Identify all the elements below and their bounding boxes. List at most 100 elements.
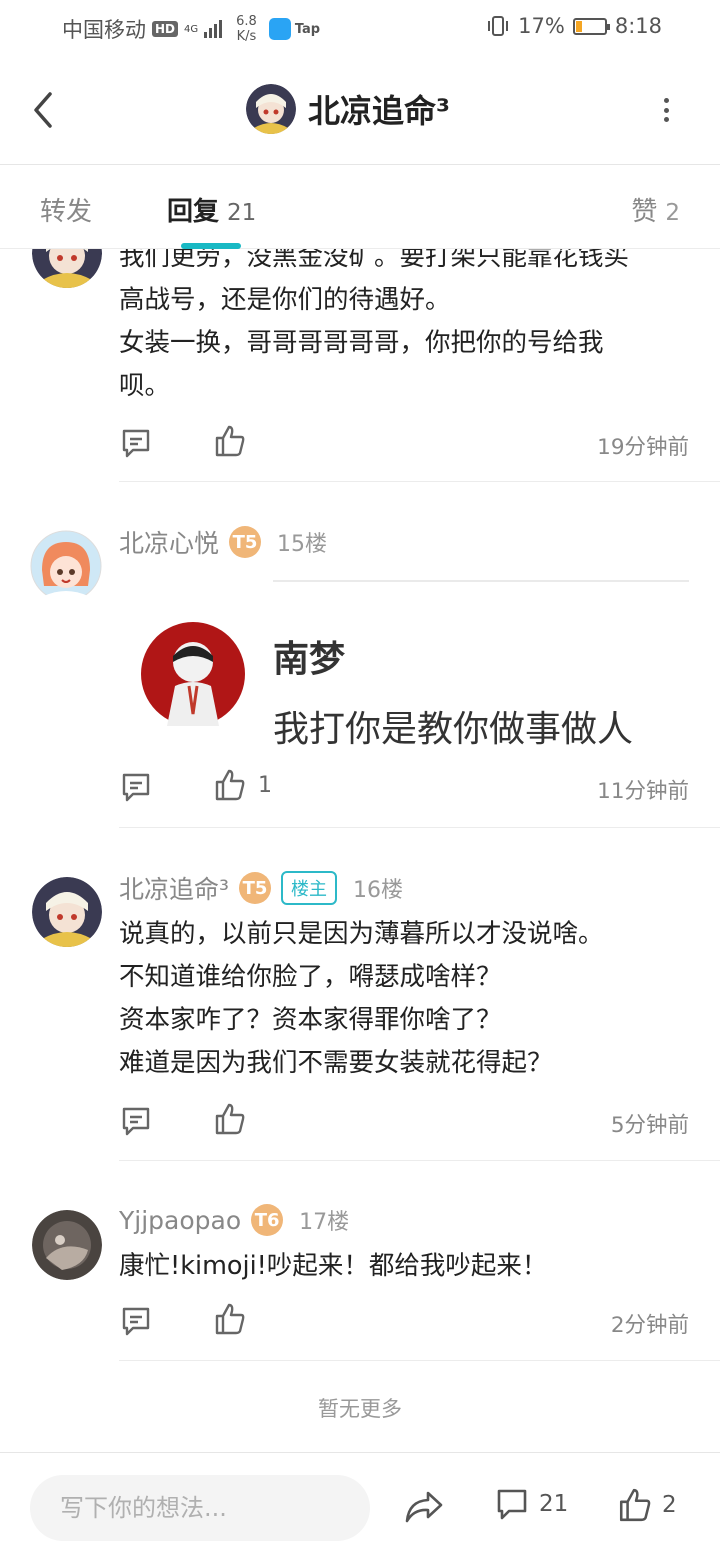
comment-line: 康忙!kimoji!吵起来！都给我吵起来！ (119, 1251, 548, 1281)
comment-icon[interactable] (119, 1304, 153, 1338)
comment-header: Yjjpaopao T6 17楼 (119, 1204, 349, 1236)
tab-bar: 转发 回复 21 赞 2 (0, 165, 720, 249)
comment-line: 难道是因为我们不需要女装就花得起？ (119, 1048, 553, 1078)
comment-line: 高战号，还是你们的待遇好。 (119, 285, 451, 315)
tab-indicator (181, 243, 241, 249)
comment-icon[interactable] (119, 770, 153, 804)
status-right: 17% 8:18 (486, 14, 662, 38)
thumbs-up-icon (215, 1103, 245, 1135)
share-icon (405, 1491, 443, 1523)
header-user[interactable]: 北凉追命³ (246, 84, 450, 134)
avatar[interactable] (32, 877, 102, 947)
bottom-bar: 21 2 (0, 1452, 720, 1560)
comment-divider (119, 827, 720, 828)
like-button[interactable]: 1 (214, 768, 272, 802)
comment-text: 康忙!kimoji!吵起来！都给我吵起来！ (119, 1245, 699, 1288)
status-left: 中国移动 HD 4G 6.8 K/s Tap (62, 14, 320, 44)
tap-notification: Tap (268, 18, 321, 40)
comment-line: 资本家咋了？资本家得罪你啥了？ (119, 1005, 502, 1035)
thumbs-up-icon (619, 1488, 651, 1522)
tab-reply-count: 21 (227, 200, 257, 226)
comment-divider (119, 1360, 720, 1361)
comment-icon[interactable] (119, 1104, 153, 1138)
comment-line: 呗。 (119, 371, 171, 401)
carrier-label: 中国移动 (62, 18, 146, 42)
thumbs-up-icon (215, 769, 245, 801)
comment-input[interactable] (30, 1475, 370, 1541)
like-button[interactable] (214, 1302, 258, 1336)
signal-icon (204, 20, 223, 38)
app-header: 北凉追命³ (0, 56, 720, 164)
comment-time: 11分钟前 (597, 779, 689, 804)
comment-count: 21 (539, 1491, 569, 1517)
speed-value: 6.8 (236, 14, 257, 29)
owner-tag: 楼主 (281, 871, 338, 905)
comment-icon[interactable] (119, 426, 153, 460)
like-button[interactable] (214, 424, 258, 458)
floor-number: 15楼 (277, 532, 328, 557)
comment-header: 北凉追命³ T5 楼主 16楼 (119, 870, 403, 906)
comment-line: 不知道谁给你脸了，嘚瑟成啥样？ (119, 962, 502, 992)
quoted-name: 南梦 (273, 639, 346, 680)
quoted-text: 我打你是教你做事做人 (273, 709, 634, 750)
speed-unit: K/s (236, 29, 257, 44)
share-button[interactable] (404, 1489, 444, 1525)
tab-forward[interactable]: 转发 (40, 191, 92, 228)
comment-icon (497, 1489, 527, 1520)
clock: 8:18 (614, 14, 662, 38)
floor-number: 17楼 (299, 1210, 350, 1235)
no-more-label: 暂无更多 (318, 1397, 402, 1421)
comment-actions: 5分钟前 (119, 1102, 689, 1142)
quoted-avatar (141, 622, 245, 726)
status-bar: 中国移动 HD 4G 6.8 K/s Tap 17% 8:18 (0, 0, 720, 56)
tab-like[interactable]: 赞 2 (631, 191, 680, 228)
more-vertical-icon[interactable] (656, 92, 676, 128)
level-badge: T5 (229, 526, 262, 558)
page-title: 北凉追命³ (308, 92, 451, 130)
network-type: 4G (184, 23, 199, 35)
tab-reply[interactable]: 回复 21 (167, 191, 256, 228)
comment-text: 我们更劳，没黑金没矿。要打架只能靠花钱买 高战号，还是你们的待遇好。 女装一换，… (119, 236, 699, 408)
username[interactable]: Yjjpaopao (119, 1206, 241, 1235)
comment-divider (119, 481, 720, 482)
username[interactable]: 北凉追命³ (119, 870, 229, 906)
post-detail-page: 中国移动 HD 4G 6.8 K/s Tap 17% 8:18 北凉追命³ 我们… (0, 0, 720, 1560)
comment-time: 19分钟前 (597, 435, 689, 460)
floor-number: 16楼 (353, 878, 404, 903)
vibrate-icon (488, 16, 509, 36)
comment-time: 5分钟前 (610, 1113, 689, 1138)
like-post-button[interactable]: 2 (618, 1487, 677, 1523)
back-button[interactable] (26, 88, 62, 132)
level-badge: T5 (239, 872, 272, 904)
avatar[interactable] (246, 84, 296, 134)
comment-line: 女装一换，哥哥哥哥哥哥，你把你的号给我 (119, 328, 604, 358)
like-count: 2 (662, 1492, 677, 1518)
comment-count-button[interactable]: 21 (495, 1487, 568, 1521)
tab-reply-label: 回复 (167, 197, 220, 227)
tab-like-label: 赞 (631, 197, 658, 227)
comment-line: 说真的，以前只是因为薄暮所以才没说啥。 (119, 919, 604, 949)
taptap-icon (268, 18, 291, 40)
comment-actions: 19分钟前 (119, 424, 689, 464)
hd-badge: HD (152, 21, 179, 37)
comment-time: 2分钟前 (610, 1313, 689, 1338)
tab-like-count: 2 (665, 200, 680, 226)
like-button[interactable] (214, 1102, 258, 1136)
thumbs-up-icon (215, 425, 245, 457)
comment-divider (119, 1160, 720, 1161)
comment-text: 说真的，以前只是因为薄暮所以才没说啥。 不知道谁给你脸了，嘚瑟成啥样？ 资本家咋… (119, 913, 699, 1085)
avatar[interactable] (30, 530, 102, 602)
username[interactable]: 北凉心悦 (119, 524, 219, 560)
comment-header: 北凉心悦 T5 15楼 (119, 524, 327, 560)
tap-label: Tap (294, 21, 321, 37)
comment-actions: 2分钟前 (119, 1302, 689, 1342)
chevron-left-icon (34, 92, 52, 128)
avatar[interactable] (32, 1210, 102, 1280)
network-speed: 6.8 K/s (236, 14, 257, 44)
tab-forward-label: 转发 (40, 197, 93, 227)
comment-actions: 1 11分钟前 (119, 768, 689, 808)
battery-percent: 17% (518, 14, 565, 38)
thumbs-up-icon (215, 1303, 245, 1335)
quoted-image[interactable]: 南梦 我打你是教你做事做人 (135, 574, 700, 760)
level-badge: T6 (251, 1204, 284, 1236)
